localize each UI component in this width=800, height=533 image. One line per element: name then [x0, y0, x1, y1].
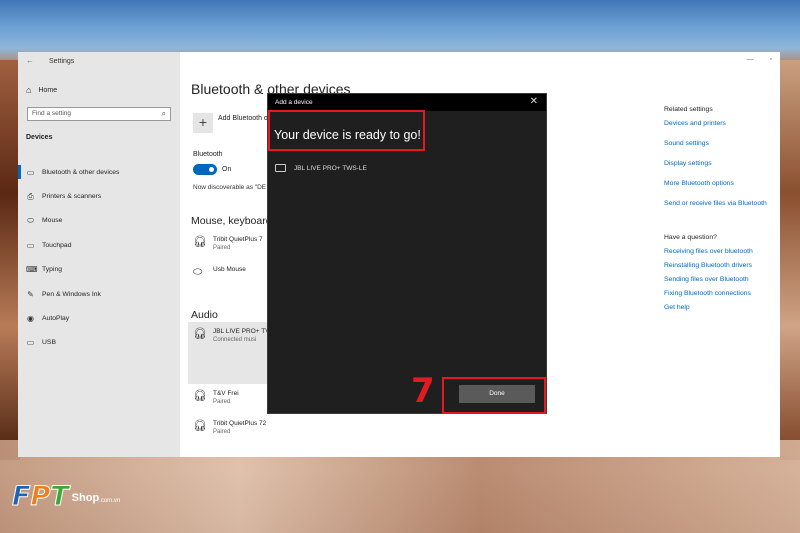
window-title: Settings [49, 58, 75, 65]
logo-domain-text: .com.vn [99, 498, 121, 504]
dialog-title: Add a device [275, 99, 313, 106]
touchpad-icon: ▭ [26, 240, 35, 250]
sidebar-item-touchpad[interactable]: ▭ Touchpad [18, 233, 180, 257]
related-link[interactable]: Devices and printers [664, 120, 784, 140]
device-status: Paired [213, 429, 231, 435]
maximize-icon[interactable]: ▫ [770, 56, 772, 63]
usb-icon: ▭ [26, 338, 35, 348]
heading-highlight-box [268, 110, 425, 151]
sidebar-item-label: AutoPlay [42, 315, 70, 323]
related-link[interactable]: Sound settings [664, 140, 784, 160]
device-name: JBL LIVE PRO+ TV [213, 328, 270, 335]
help-link[interactable]: Fixing Bluetooth connections [664, 290, 784, 304]
discoverable-text: Now discoverable as "DE [193, 184, 267, 191]
sidebar-item-autoplay[interactable]: ◉ AutoPlay [18, 306, 180, 330]
add-device-label[interactable]: Add Bluetooth o [218, 115, 268, 122]
headset-icon: 🎧︎ [193, 420, 207, 432]
question-title: Have a question? [664, 234, 717, 241]
home-icon: ⌂ [26, 85, 32, 95]
sidebar-item-mouse[interactable]: ⬭ Mouse [18, 209, 180, 233]
sidebar-item-label: Printers & scanners [42, 193, 102, 201]
headset-icon: 🎧︎ [193, 390, 207, 402]
device-name: Usb Mouse [213, 266, 246, 273]
sidebar-item-printers[interactable]: ⎙ Printers & scanners [18, 184, 180, 208]
done-highlight-box [442, 377, 546, 414]
audio-heading: Audio [191, 309, 218, 321]
device-item[interactable]: ⬭ Usb Mouse [193, 266, 246, 279]
headset-icon: 🎧︎ [193, 236, 207, 248]
related-link[interactable]: More Bluetooth options [664, 180, 784, 200]
related-link[interactable]: Display settings [664, 160, 784, 180]
add-device-button[interactable]: + [193, 113, 213, 133]
mouse-icon: ⬭ [27, 215, 34, 225]
help-link[interactable]: Reinstalling Bluetooth drivers [664, 262, 784, 276]
device-item[interactable]: 🎧︎ Tribit QuietPlus 7 Paired [193, 236, 263, 251]
sidebar-item-label: Mouse [42, 217, 63, 225]
search-input[interactable]: Find a setting ⌕ [27, 107, 171, 121]
device-status: Paired [213, 245, 231, 251]
device-status: Paired [213, 399, 231, 405]
device-name: T&V Frei [213, 390, 239, 397]
device-item[interactable]: 🎧︎ Tribit QuietPlus 72 Paired [193, 420, 266, 435]
related-link[interactable]: Send or receive files via Bluetooth [664, 200, 784, 220]
sidebar-item-label: USB [42, 339, 56, 347]
sidebar-item-label: Bluetooth & other devices [42, 168, 120, 176]
device-item[interactable]: 🎧︎ T&V Frei Paired [193, 390, 239, 405]
search-placeholder: Find a setting [32, 110, 72, 117]
section-label: Devices [26, 134, 53, 141]
logo-letter: F [11, 481, 31, 512]
related-settings-title: Related settings [664, 106, 713, 113]
close-icon[interactable]: ✕ [530, 96, 538, 107]
toggle-state-label: On [222, 166, 232, 173]
device-item-selected[interactable]: 🎧︎ JBL LIVE PRO+ TV Connected musi [193, 328, 270, 343]
search-icon: ⌕ [161, 109, 166, 118]
sidebar-item-typing[interactable]: ⌨ Typing [18, 258, 180, 282]
fpt-shop-logo: F P T Shop .com.vn [11, 481, 121, 512]
window-controls: — ▫ [747, 56, 772, 63]
headset-icon: 🎧︎ [193, 328, 207, 340]
sidebar-item-usb[interactable]: ▭ USB [18, 331, 180, 355]
help-link[interactable]: Get help [664, 304, 784, 318]
device-name: Tribit QuietPlus 72 [213, 420, 267, 427]
sidebar-item-label: Touchpad [42, 241, 72, 249]
paired-device-name: JBL LIVE PRO+ TWS-LE [294, 164, 367, 172]
sidebar-item-label: Pen & Windows Ink [42, 290, 101, 298]
sidebar-item-label: Typing [42, 266, 63, 274]
keyboard-icon: ⌨ [26, 265, 38, 275]
mouse-keyboard-heading: Mouse, keyboard [191, 215, 272, 227]
device-name: Tribit QuietPlus 7 [213, 236, 263, 243]
related-settings: Related settings Devices and printers So… [664, 106, 784, 318]
device-status: Connected musi [213, 337, 257, 343]
home-label: Home [38, 86, 58, 94]
fpt-logo-mark: F P T [11, 481, 69, 512]
logo-letter: T [50, 481, 69, 512]
minimize-icon[interactable]: — [747, 56, 754, 63]
sidebar-item-pen[interactable]: ✎ Pen & Windows Ink [18, 282, 180, 306]
autoplay-icon: ◉ [27, 314, 34, 324]
bluetooth-icon: ▭ [26, 167, 35, 177]
sidebar-item-bluetooth[interactable]: ▭ Bluetooth & other devices [18, 160, 180, 184]
bluetooth-label: Bluetooth [193, 151, 223, 158]
desktop-background-left [0, 60, 20, 460]
printer-icon: ⎙ [27, 191, 34, 201]
plus-icon: + [198, 114, 208, 130]
mouse-icon: ⬭ [193, 266, 203, 278]
device-icon [275, 164, 286, 172]
logo-letter: P [30, 481, 51, 512]
paired-device-item: JBL LIVE PRO+ TWS-LE [275, 164, 367, 172]
help-link[interactable]: Receiving files over bluetooth [664, 248, 784, 262]
sidebar-nav: ▭ Bluetooth & other devices ⎙ Printers & s… [18, 160, 180, 355]
home-nav-item[interactable]: ⌂ Home [26, 85, 57, 95]
help-link[interactable]: Sending files over Bluetooth [664, 276, 784, 290]
step-number: 7 [411, 371, 435, 411]
bluetooth-toggle[interactable] [193, 164, 217, 175]
settings-sidebar: ← Settings ⌂ Home Find a setting ⌕ Devic… [18, 52, 180, 457]
pen-icon: ✎ [27, 289, 34, 299]
back-arrow-icon[interactable]: ← [26, 56, 34, 65]
dialog-titlebar: Add a device ✕ [268, 94, 546, 111]
logo-shop-text: Shop [71, 492, 100, 504]
